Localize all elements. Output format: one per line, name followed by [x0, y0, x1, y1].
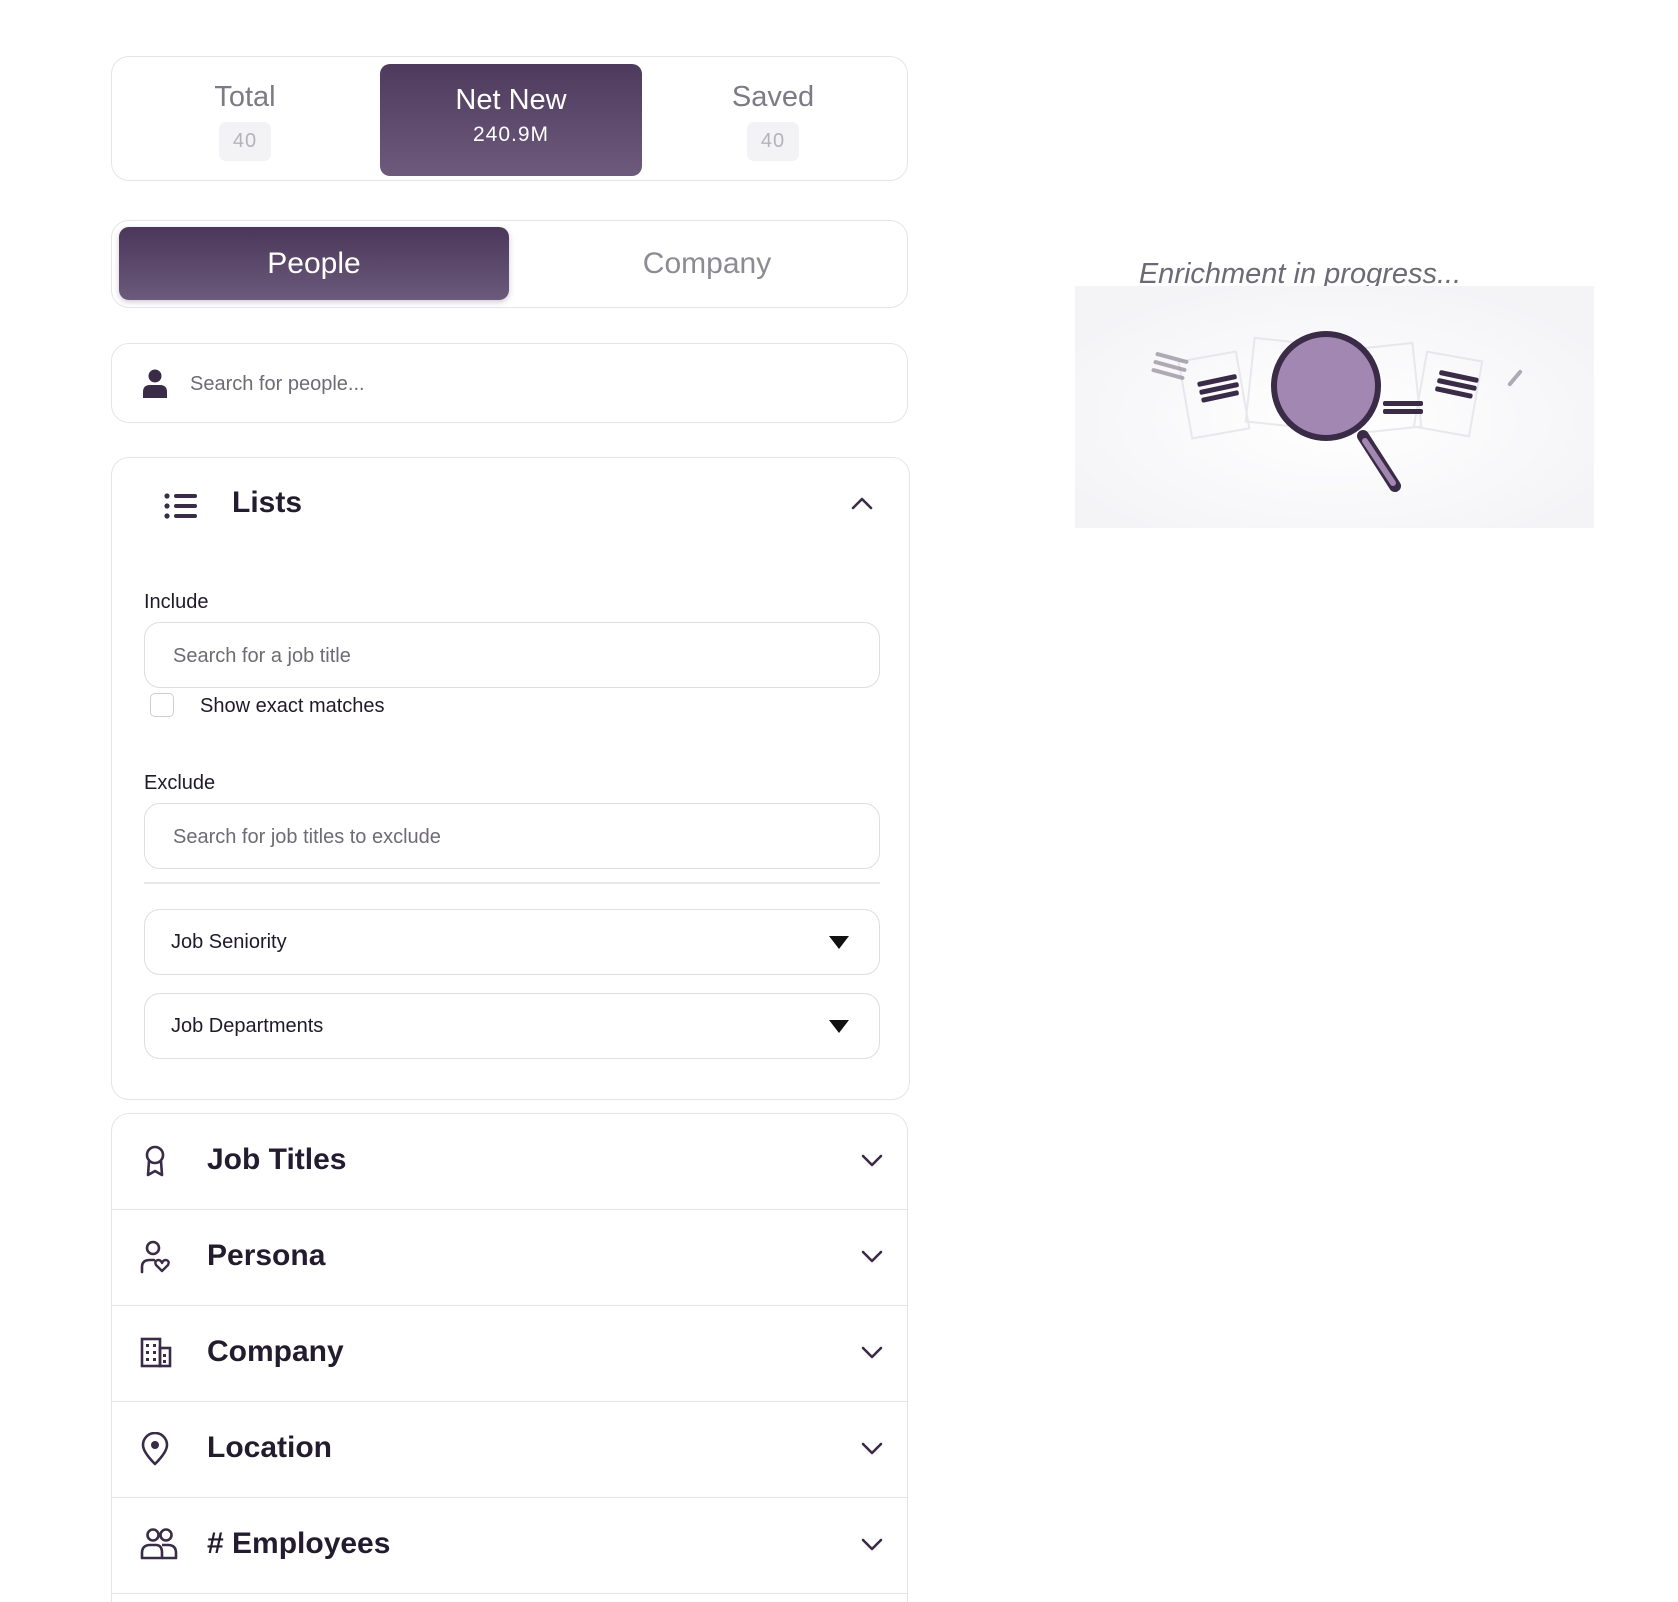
exclude-label: Exclude: [144, 772, 216, 794]
result-count-tabs: Total 40 Net New 240.9M Saved 40: [111, 56, 908, 181]
caret-down-icon: [829, 1020, 849, 1033]
people-search-box: [111, 343, 908, 423]
filter-job-titles-label: Job Titles: [207, 1143, 347, 1176]
chevron-down-icon: [861, 1538, 883, 1551]
filter-accordion: Job Titles Persona Company Location # Em…: [111, 1113, 908, 1602]
company-mode-button[interactable]: Company: [512, 227, 902, 300]
list-icon: [164, 493, 197, 519]
chevron-down-icon: [861, 1154, 883, 1167]
location-pin-icon: [141, 1432, 169, 1466]
people-mode-button[interactable]: People: [119, 227, 509, 300]
job-departments-dropdown[interactable]: Job Departments: [144, 993, 880, 1059]
include-label: Include: [144, 591, 209, 613]
divider: [144, 882, 880, 884]
tab-total[interactable]: Total 40: [114, 64, 376, 176]
filter-location[interactable]: Location: [112, 1402, 907, 1498]
exact-matches-label: Show exact matches: [200, 695, 385, 717]
tab-total-count: 40: [219, 122, 271, 161]
badge-icon: [145, 1145, 165, 1177]
tab-total-label: Total: [214, 81, 276, 113]
filter-job-titles[interactable]: Job Titles: [112, 1114, 907, 1210]
tab-saved[interactable]: Saved 40: [642, 64, 904, 176]
filter-location-label: Location: [207, 1431, 332, 1464]
tab-saved-label: Saved: [731, 81, 815, 113]
chevron-down-icon: [861, 1442, 883, 1455]
filter-persona-label: Persona: [207, 1239, 326, 1272]
enrichment-illustration: [1075, 286, 1594, 528]
include-job-title-input[interactable]: [171, 637, 855, 675]
tab-net-new[interactable]: Net New 240.9M: [380, 64, 642, 176]
tab-saved-count: 40: [747, 122, 799, 161]
search-mode-toggle: People Company: [111, 220, 908, 308]
chevron-down-icon: [861, 1346, 883, 1359]
filter-employees-label: # Employees: [207, 1527, 391, 1560]
job-seniority-label: Job Seniority: [171, 931, 287, 953]
persona-icon: [140, 1240, 170, 1274]
lists-title: Lists: [232, 486, 303, 519]
users-icon: [140, 1528, 178, 1560]
filter-persona[interactable]: Persona: [112, 1210, 907, 1306]
caret-down-icon: [829, 936, 849, 949]
filter-company-label: Company: [207, 1335, 344, 1368]
exact-matches-checkbox[interactable]: [150, 693, 174, 717]
people-search-input[interactable]: [188, 364, 872, 404]
filter-company[interactable]: Company: [112, 1306, 907, 1402]
lists-section: Lists Include Show exact matches Exclude…: [111, 457, 910, 1100]
include-field: [144, 622, 880, 688]
job-departments-label: Job Departments: [171, 1015, 324, 1037]
exclude-job-title-input[interactable]: [171, 818, 855, 856]
person-icon: [143, 369, 167, 398]
building-icon: [140, 1337, 172, 1368]
tab-net-new-count: 240.9M: [472, 123, 550, 146]
filter-employees[interactable]: # Employees: [112, 1498, 907, 1594]
chevron-down-icon: [861, 1250, 883, 1263]
lists-header[interactable]: Lists: [112, 458, 909, 558]
tab-net-new-label: Net New: [455, 84, 567, 116]
job-seniority-dropdown[interactable]: Job Seniority: [144, 909, 880, 975]
exclude-field: [144, 803, 880, 869]
chevron-up-icon[interactable]: [851, 496, 873, 510]
